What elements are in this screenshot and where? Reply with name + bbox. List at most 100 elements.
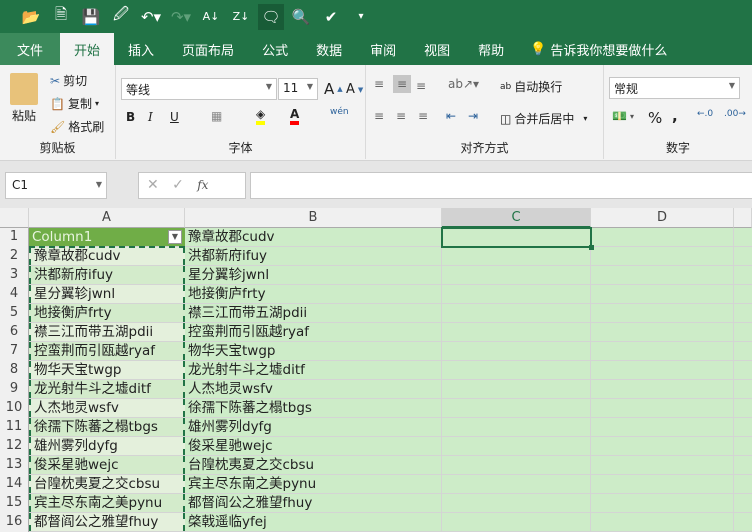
cell-d[interactable]	[591, 304, 734, 322]
cell-a[interactable]: 星分翼轸jwnl	[29, 285, 185, 303]
cell-b[interactable]: 人杰地灵wsfv	[185, 380, 442, 398]
orientation-button[interactable]: ab↗▾	[448, 77, 479, 91]
cell-c[interactable]	[442, 380, 591, 398]
align-right-button[interactable]: ≡	[418, 109, 428, 123]
cell-a[interactable]: 洪都新府ifuy	[29, 266, 185, 284]
cell-c[interactable]	[442, 266, 591, 284]
active-cell-c1[interactable]	[441, 227, 594, 250]
cell-c[interactable]	[442, 437, 591, 455]
row-header[interactable]: 16	[0, 513, 29, 532]
format-painter-button[interactable]: 🖌 格式刷	[50, 118, 104, 135]
cell-c[interactable]	[442, 342, 591, 360]
cell-b[interactable]: 地接衡庐frty	[185, 285, 442, 303]
cell-c[interactable]	[442, 475, 591, 493]
cell-d[interactable]	[591, 266, 734, 284]
row-header[interactable]: 13	[0, 456, 29, 475]
cell-a[interactable]: 襟三江而带五湖pdii	[29, 323, 185, 341]
increase-indent-button[interactable]: ⇥	[468, 109, 478, 123]
font-size-select[interactable]: 11 ▼	[278, 78, 318, 100]
column-header-c[interactable]: C	[442, 208, 591, 228]
filter-dropdown-button[interactable]: ▼	[168, 230, 182, 244]
cell-b[interactable]: 豫章故郡cudv	[185, 228, 442, 246]
row-header[interactable]: 9	[0, 380, 29, 399]
enter-icon[interactable]: ✓	[172, 177, 184, 193]
tab-home[interactable]: 开始	[60, 33, 115, 65]
open-icon[interactable]: 📂	[18, 4, 44, 30]
row-header[interactable]: 1	[0, 228, 29, 247]
tab-help[interactable]: 帮助	[464, 33, 518, 65]
cell-d[interactable]	[591, 418, 734, 436]
cut-button[interactable]: ✂ 剪切	[50, 72, 87, 89]
column-header-b[interactable]: B	[185, 208, 442, 228]
phonetic-button[interactable]: wén	[330, 107, 349, 117]
align-left-button[interactable]: ≡	[374, 109, 384, 123]
cell-d[interactable]	[591, 323, 734, 341]
cell-a[interactable]: 都督阎公之雅望fhuy	[29, 513, 185, 531]
increase-decimal-button[interactable]: ←.0	[697, 109, 713, 119]
cell-b[interactable]: 控蛮荆而引瓯越ryaf	[185, 323, 442, 341]
tab-insert[interactable]: 插入	[114, 33, 168, 65]
row-header[interactable]: 4	[0, 285, 29, 304]
cell-d[interactable]	[591, 342, 734, 360]
formula-input[interactable]	[250, 172, 752, 199]
save-as-icon[interactable]: 🖉	[108, 4, 134, 30]
cell-a[interactable]: 雄州雾列dyfg	[29, 437, 185, 455]
cell-c[interactable]	[442, 399, 591, 417]
row-header[interactable]: 15	[0, 494, 29, 513]
row-header[interactable]: 12	[0, 437, 29, 456]
decrease-font-button[interactable]: A ▼	[346, 82, 363, 97]
cell-d[interactable]	[591, 247, 734, 265]
wrap-text-button[interactable]: ab 自动换行	[500, 78, 562, 95]
cell-d[interactable]	[591, 437, 734, 455]
cancel-icon[interactable]: ✕	[147, 177, 159, 193]
row-header[interactable]: 6	[0, 323, 29, 342]
insert-function-icon[interactable]: fx	[197, 178, 208, 192]
cell-c[interactable]	[442, 304, 591, 322]
increase-font-button[interactable]: A ▲	[324, 80, 343, 98]
decrease-indent-button[interactable]: ⇤	[446, 109, 456, 123]
cell-c[interactable]	[442, 418, 591, 436]
cell-d[interactable]	[591, 380, 734, 398]
column-header-d[interactable]: D	[591, 208, 734, 228]
cell-c[interactable]	[442, 323, 591, 341]
cell-a[interactable]: 徐孺下陈蕃之榻tbgs	[29, 418, 185, 436]
cell-d[interactable]	[591, 475, 734, 493]
underline-button[interactable]: U	[170, 110, 179, 124]
cell-c[interactable]	[442, 456, 591, 474]
cell-b[interactable]: 棨戟遥临yfej	[185, 513, 442, 531]
cell-d[interactable]	[591, 513, 734, 531]
currency-button[interactable]: 💵 ▾	[612, 109, 634, 123]
worksheet-grid[interactable]: A B C D 1 Column1 ▼ 豫章故郡cudv 2 豫章故郡cudv 洪都新府if…	[0, 208, 752, 532]
tab-review[interactable]: 审阅	[356, 33, 410, 65]
cell-b[interactable]: 龙光射牛斗之墟ditf	[185, 361, 442, 379]
tab-page-layout[interactable]: 页面布局	[168, 33, 248, 65]
italic-button[interactable]: I	[148, 110, 153, 124]
cell-c[interactable]	[442, 285, 591, 303]
cell-b[interactable]: 星分翼轸jwnl	[185, 266, 442, 284]
tab-file[interactable]: 文件	[0, 33, 61, 65]
row-header[interactable]: 2	[0, 247, 29, 266]
cell-b[interactable]: 襟三江而带五湖pdii	[185, 304, 442, 322]
new-icon[interactable]: 🗎	[48, 4, 74, 30]
redo-icon[interactable]: ↷▾	[168, 4, 194, 30]
row-header[interactable]: 14	[0, 475, 29, 494]
undo-icon[interactable]: ↶▾	[138, 4, 164, 30]
cell-b[interactable]: 物华天宝twgp	[185, 342, 442, 360]
cell-b[interactable]: 俊采星驰wejc	[185, 437, 442, 455]
cell-a[interactable]: 豫章故郡cudv	[29, 247, 185, 265]
bold-button[interactable]: B	[126, 110, 135, 124]
comment-icon[interactable]: 🗨	[258, 3, 284, 30]
align-top-button[interactable]: ≡	[374, 77, 384, 91]
cell-a[interactable]: 台隍枕夷夏之交cbsu	[29, 475, 185, 493]
sort-asc-icon[interactable]: A↓	[198, 4, 224, 30]
cell-b[interactable]: 台隍枕夷夏之交cbsu	[185, 456, 442, 474]
paste-button[interactable]: 粘贴	[10, 73, 38, 124]
cell-b[interactable]: 宾主尽东南之美pynu	[185, 475, 442, 493]
cell-c[interactable]	[442, 247, 591, 265]
row-header[interactable]: 5	[0, 304, 29, 323]
print-preview-icon[interactable]: 🔍	[288, 4, 314, 30]
font-color-button[interactable]: A	[290, 107, 300, 125]
tab-view[interactable]: 视图	[410, 33, 464, 65]
align-center-button[interactable]: ≡	[396, 109, 406, 123]
sort-desc-icon[interactable]: Z↓	[228, 4, 254, 30]
